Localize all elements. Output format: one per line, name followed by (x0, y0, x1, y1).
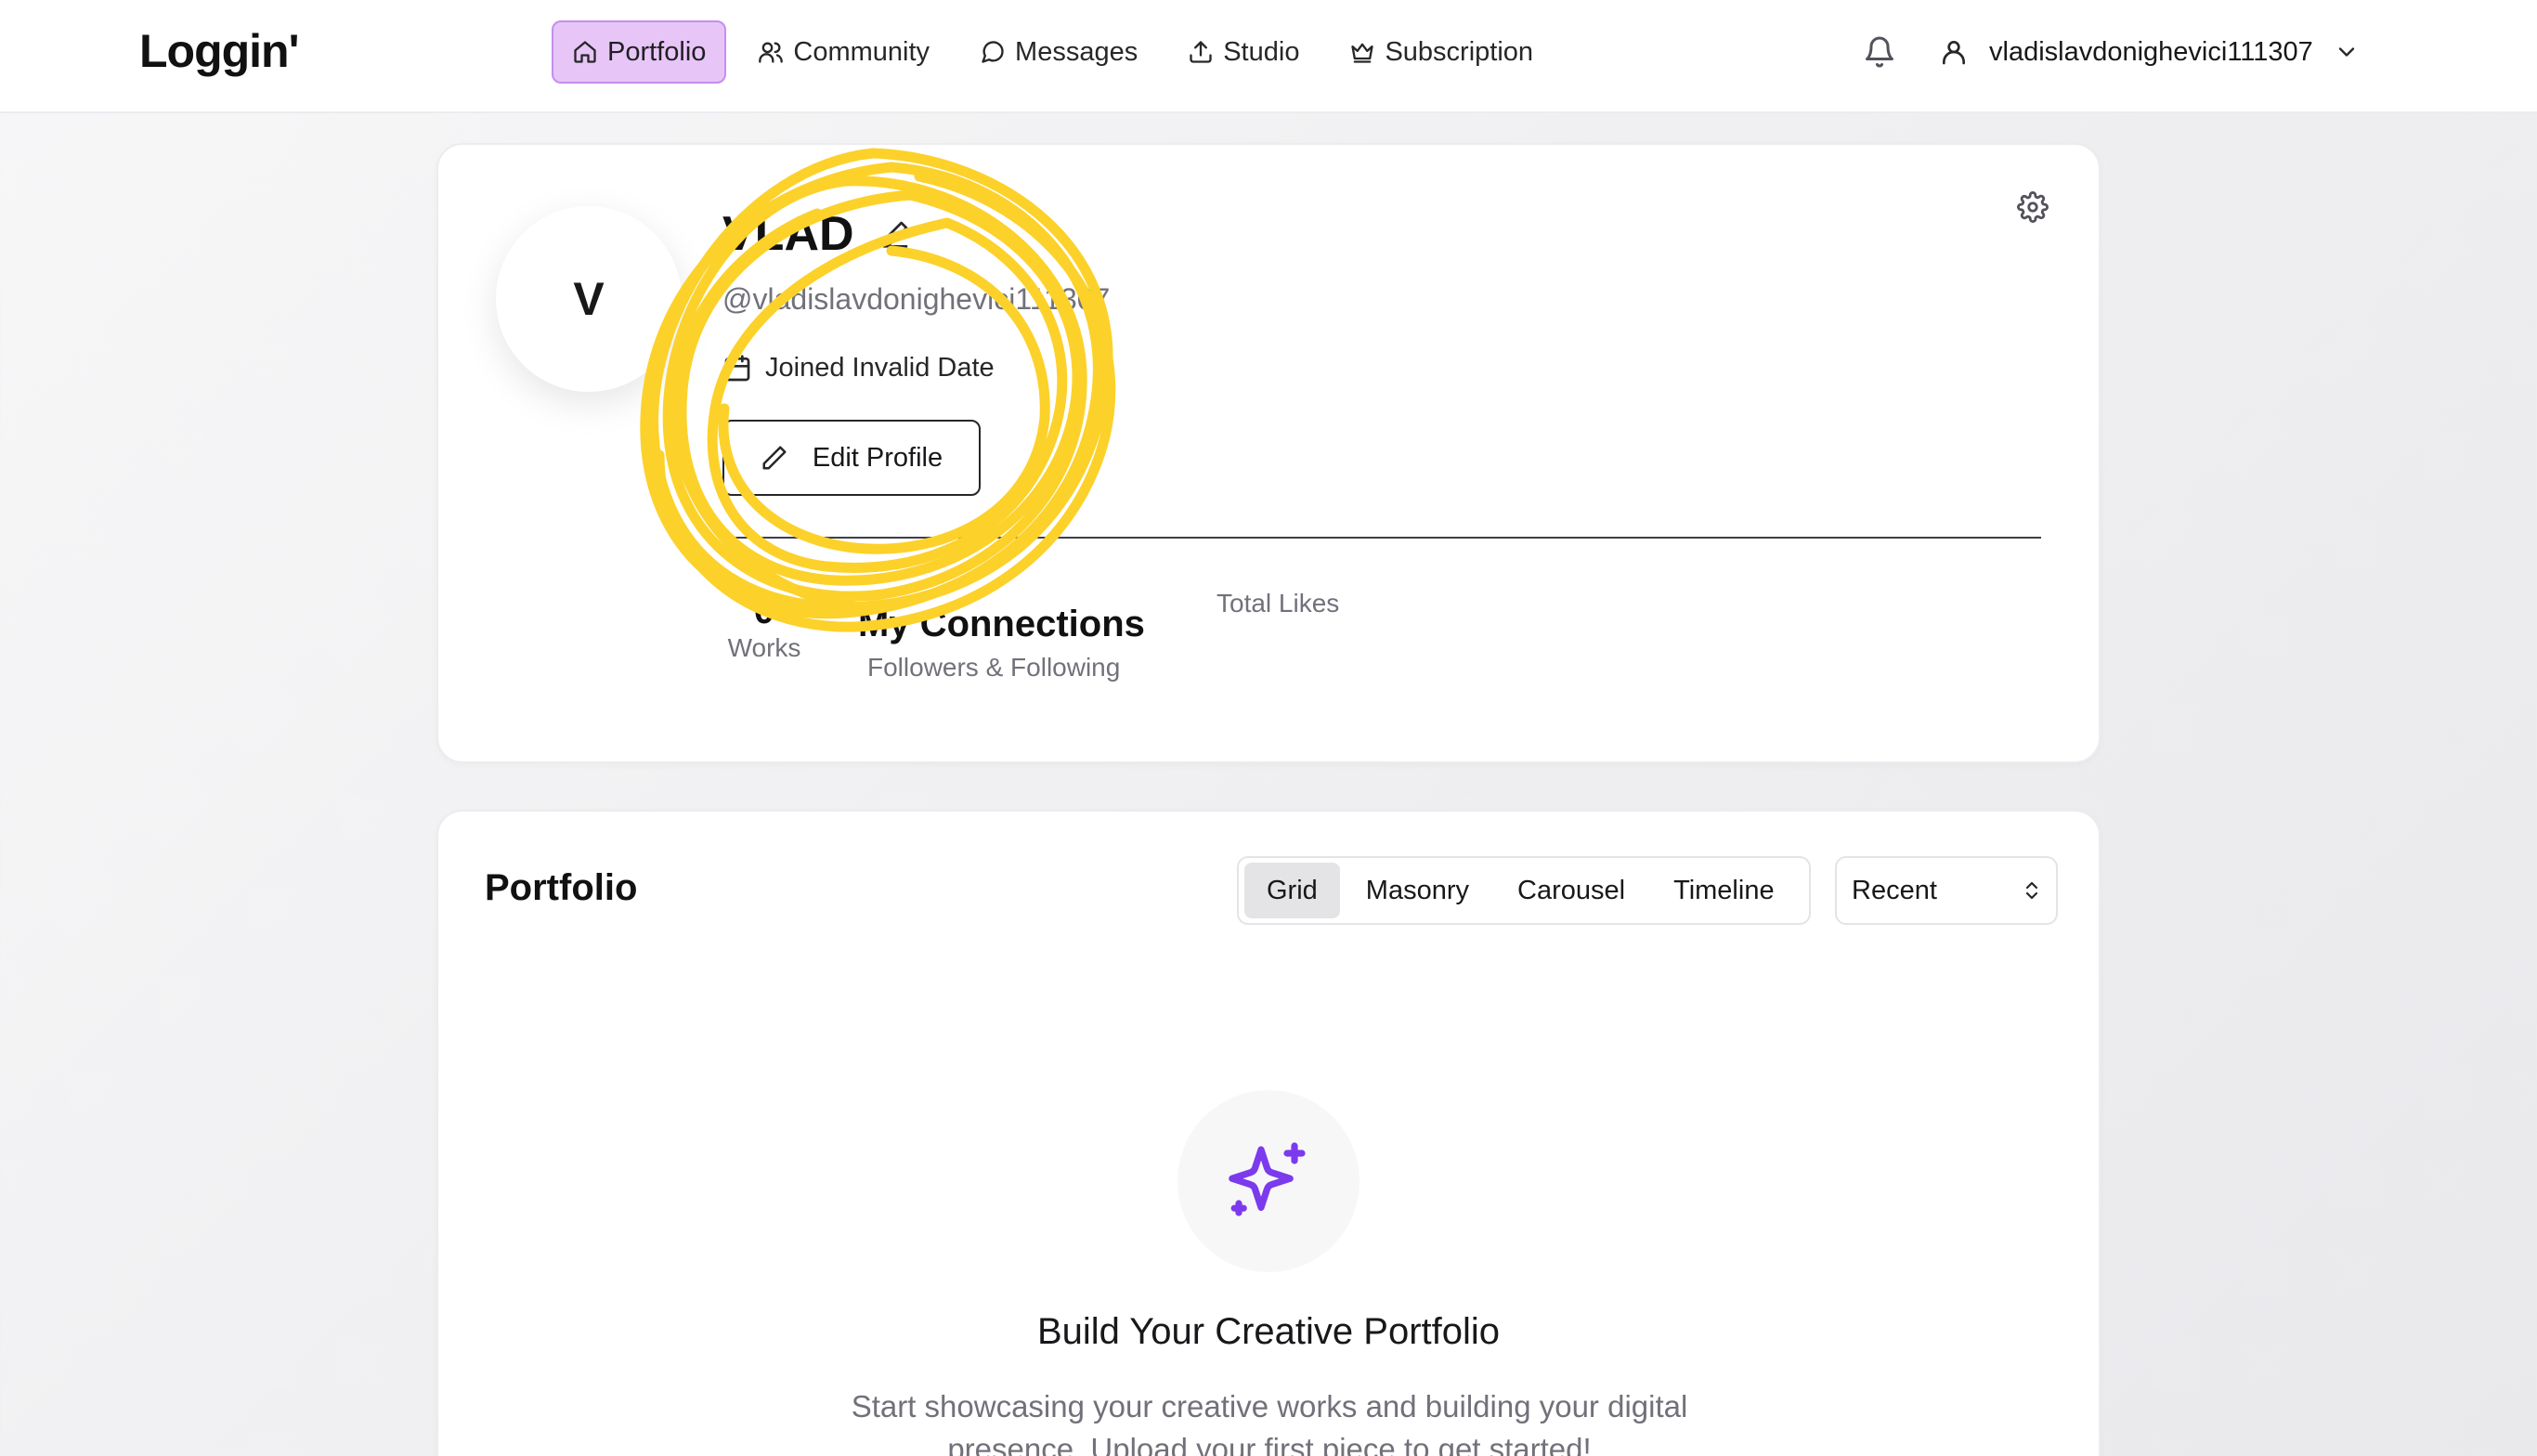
nav-item-studio[interactable]: Studio (1169, 20, 1318, 84)
home-icon (574, 41, 596, 63)
portfolio-card: Portfolio Grid Masonry Carousel Timeline… (436, 810, 2101, 1456)
bell-icon[interactable] (1863, 35, 1896, 69)
display-name-row: VLAD (722, 206, 910, 262)
nav-item-label: Community (793, 36, 930, 67)
nav-item-messages[interactable]: Messages (961, 20, 1156, 84)
calendar-icon (724, 354, 750, 381)
user-menu[interactable]: vladislavdonighevici111307 (1939, 28, 2360, 76)
upload-icon (1190, 41, 1212, 63)
top-navbar: Loggin' Portfolio Community Messages Stu… (0, 0, 2537, 113)
avatar: V (496, 206, 682, 392)
stats-divider (722, 537, 2041, 539)
connections-subtitle: Followers & Following (867, 653, 1121, 682)
nav-item-label: Studio (1223, 36, 1300, 67)
view-option-carousel[interactable]: Carousel (1495, 863, 1647, 918)
nav-item-label: Subscription (1385, 36, 1534, 67)
crown-icon (1351, 43, 1374, 63)
works-label: Works (727, 633, 801, 662)
joined-date: Joined Invalid Date (722, 353, 995, 384)
chevron-down-icon (2338, 47, 2354, 57)
edit-profile-label: Edit Profile (812, 442, 943, 473)
brand-logo[interactable]: Loggin' (139, 24, 299, 78)
user-handle: @vladislavdonighevici111307 (722, 282, 1111, 316)
sort-value: Recent (1852, 875, 1937, 905)
nav-item-portfolio[interactable]: Portfolio (552, 20, 727, 84)
edit-profile-button[interactable]: Edit Profile (722, 420, 981, 496)
empty-state-description: Start showcasing your creative works and… (851, 1389, 1688, 1456)
sparkles-icon (1229, 1142, 1306, 1216)
nav-item-community[interactable]: Community (739, 20, 948, 84)
stat-total-likes: Total Likes (1216, 589, 1340, 618)
portfolio-heading: Portfolio (485, 867, 638, 908)
view-option-grid[interactable]: Grid (1244, 863, 1340, 918)
message-circle-icon (982, 41, 1004, 63)
nav-item-label: Portfolio (607, 36, 707, 67)
pencil-icon (762, 446, 787, 470)
pencil-icon[interactable] (880, 219, 910, 249)
stat-connections[interactable]: My Connections Followers & Following (858, 604, 1145, 682)
users-icon (759, 42, 784, 63)
profile-card: V VLAD @vladislavdonighevici111307 Joine… (436, 143, 2101, 763)
works-count: 0 (753, 591, 775, 631)
main-nav: Portfolio Community Messages Studio Subs… (552, 20, 1552, 84)
connections-title: My Connections (858, 604, 1145, 644)
empty-state-title: Build Your Creative Portfolio (1036, 1311, 1501, 1352)
view-option-masonry[interactable]: Masonry (1344, 863, 1491, 918)
chevrons-up-down-icon (2025, 881, 2038, 900)
settings-gear-icon[interactable] (2017, 191, 2049, 223)
view-mode-toggle: Grid Masonry Carousel Timeline (1237, 856, 1811, 925)
joined-text: Joined Invalid Date (765, 353, 995, 383)
sort-select[interactable]: Recent (1835, 856, 2058, 925)
nav-item-subscription[interactable]: Subscription (1331, 20, 1552, 84)
stat-works: 0 Works (722, 591, 806, 663)
empty-state-icon-wrap (1177, 1090, 1360, 1272)
display-name: VLAD (722, 207, 854, 261)
view-option-timeline[interactable]: Timeline (1651, 863, 1797, 918)
user-icon (1943, 41, 1965, 65)
username-label: vladislavdonighevici111307 (1989, 36, 2313, 67)
nav-item-label: Messages (1015, 36, 1138, 67)
avatar-initial: V (573, 273, 605, 325)
